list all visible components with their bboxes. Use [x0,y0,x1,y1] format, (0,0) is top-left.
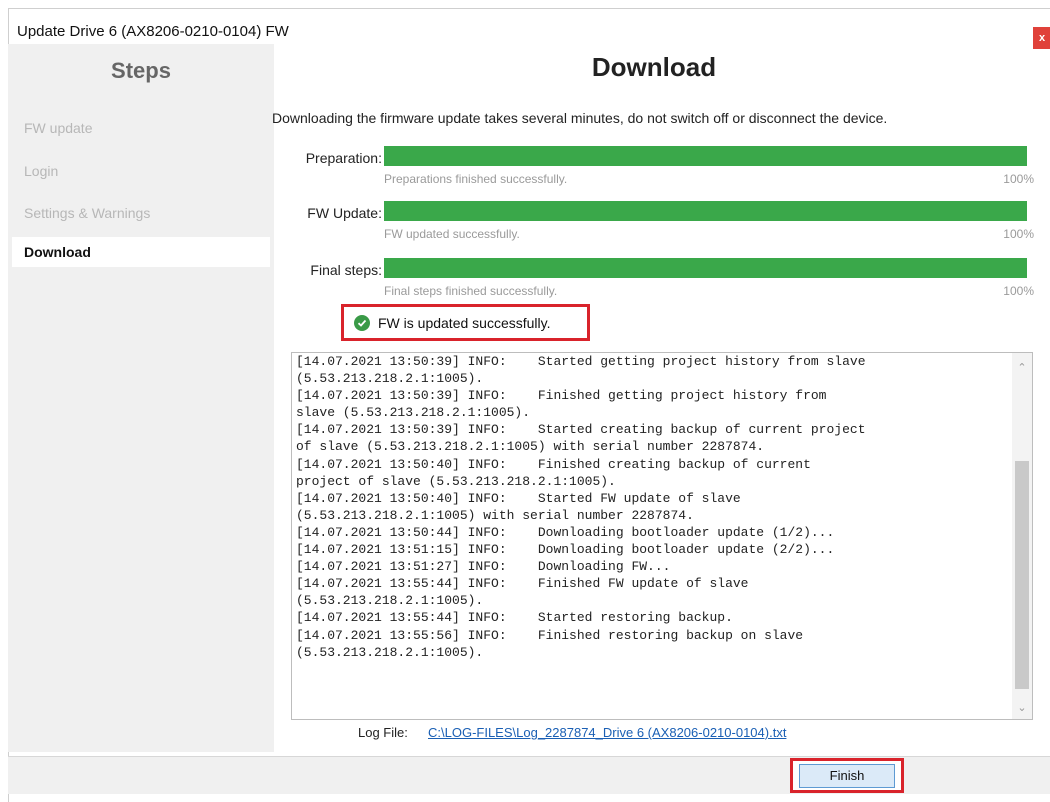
final-steps-progress-fill [384,258,1027,278]
final-steps-label: Final steps: [310,262,382,278]
final-steps-progress-bar [384,258,1027,278]
fw-update-status: FW updated successfully. [384,227,520,241]
page-title: Download [591,52,717,82]
scroll-up-icon[interactable]: ⌃ [1012,357,1032,377]
preparation-status: Preparations finished successfully. [384,172,568,186]
success-message-box: FW is updated successfully. [341,304,590,341]
close-button[interactable]: x [1033,27,1050,49]
preparation-progress-bar [384,146,1027,166]
log-line: slave (5.53.213.218.2.1:1005). [296,405,531,421]
log-line: [14.07.2021 13:55:44] INFO: Finished FW … [296,576,749,592]
log-line: [14.07.2021 13:55:44] INFO: Started rest… [296,610,733,626]
log-line: of slave (5.53.213.218.2.1:1005) with se… [296,439,765,455]
log-line: (5.53.213.218.2.1:1005). [296,644,484,660]
fw-update-percent: 100% [1003,227,1034,241]
log-output[interactable]: [14.07.2021 13:50:39] INFO: Started gett… [291,352,1033,720]
scroll-down-icon[interactable]: ⌄ [1012,697,1032,717]
log-line: [14.07.2021 13:50:39] INFO: Finished get… [296,388,827,404]
check-circle-icon [354,314,370,331]
fw-update-progress-fill [384,201,1027,221]
log-line: [14.07.2021 13:55:56] INFO: Finished res… [296,627,804,643]
window-title: Update Drive 6 (AX8206-0210-0104) FW [17,23,289,40]
success-message: FW is updated successfully. [378,314,551,331]
log-file-label: Log File: [358,725,408,740]
finish-button[interactable]: Finish [799,763,895,788]
step-settings-warnings: Settings & Warnings [24,205,151,221]
log-line: project of slave (5.53.213.218.2.1:1005)… [296,473,616,489]
step-download: Download [12,237,270,267]
log-line: (5.53.213.218.2.1:1005). [296,371,484,387]
log-line: [14.07.2021 13:50:40] INFO: Finished cre… [296,456,811,472]
log-text: [14.07.2021 13:50:39] INFO: Started gett… [296,353,1008,661]
fw-update-progress-bar [384,201,1027,221]
log-line: [14.07.2021 13:50:39] INFO: Started crea… [296,422,866,438]
log-line: [14.07.2021 13:50:44] INFO: Downloading … [296,524,835,540]
scroll-thumb[interactable] [1015,461,1029,689]
finish-highlight: Finish [790,758,904,793]
steps-sidebar: Steps FW update Login Settings & Warning… [8,44,274,752]
step-fw-update: FW update [24,120,93,136]
log-line: [14.07.2021 13:51:15] INFO: Downloading … [296,542,835,558]
step-login: Login [24,163,59,179]
preparation-progress-fill [384,146,1027,166]
log-file-link[interactable]: C:\LOG-FILES\Log_2287874_Drive 6 (AX8206… [428,725,786,740]
log-line: (5.53.213.218.2.1:1005). [296,593,484,609]
preparation-percent: 100% [1003,172,1034,186]
log-line: (5.53.213.218.2.1:1005) with serial numb… [296,507,694,523]
log-scrollbar[interactable]: ⌃ ⌄ [1012,353,1032,719]
fw-update-label: FW Update: [307,205,382,221]
final-steps-percent: 100% [1003,284,1034,298]
final-steps-status: Final steps finished successfully. [384,284,558,298]
download-description: Downloading the firmware update takes se… [272,110,888,126]
log-line: [14.07.2021 13:51:27] INFO: Downloading … [296,559,671,575]
steps-title: Steps [111,58,171,83]
preparation-label: Preparation: [305,150,382,166]
title-bar: Update Drive 6 (AX8206-0210-0104) FW x [9,9,1050,49]
log-line: [14.07.2021 13:50:39] INFO: Started gett… [296,354,866,369]
log-line: [14.07.2021 13:50:40] INFO: Started FW u… [296,490,741,506]
